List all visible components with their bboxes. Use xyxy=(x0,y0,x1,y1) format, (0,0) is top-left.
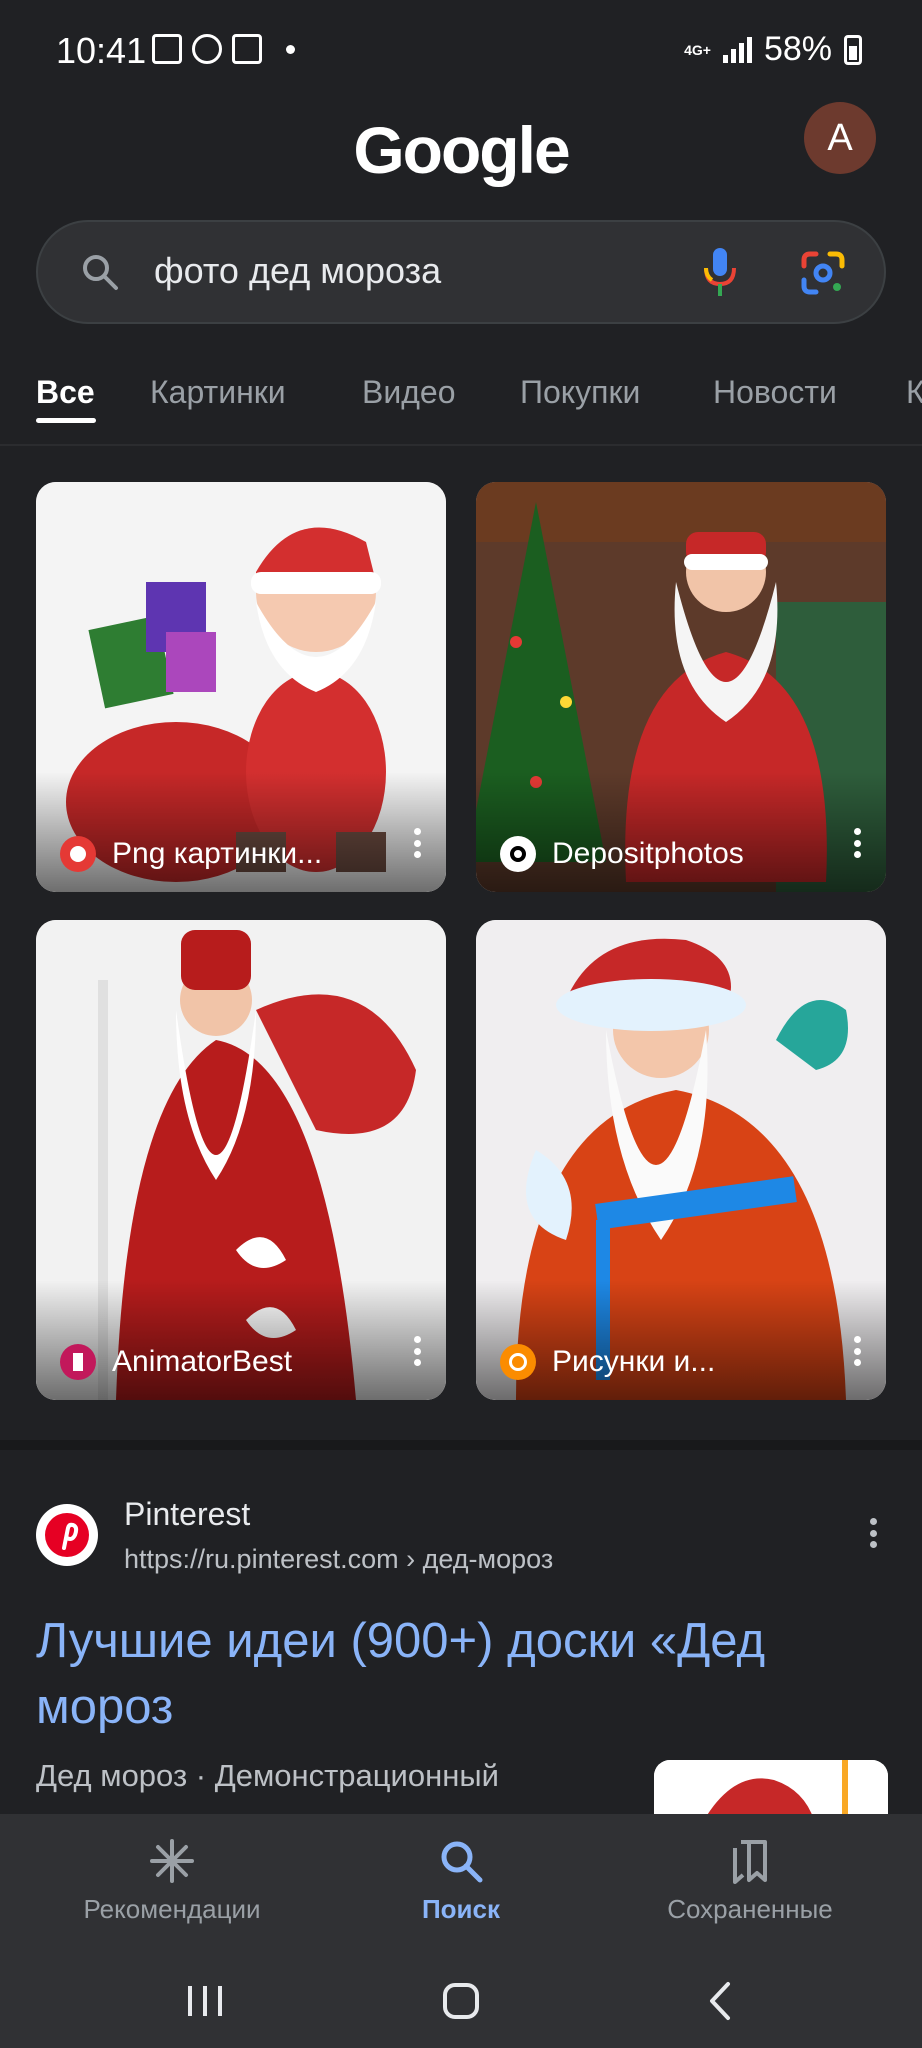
google-logo: Google xyxy=(353,113,570,187)
more-options-icon[interactable] xyxy=(414,1336,422,1366)
image-source-label: Рисунки и... xyxy=(552,1345,716,1378)
result-more-icon[interactable] xyxy=(870,1518,878,1548)
result-site-name[interactable]: Pinterest xyxy=(124,1496,250,1533)
more-options-icon[interactable] xyxy=(854,828,862,858)
gallery-icon xyxy=(152,34,182,64)
image-source: AnimatorBest xyxy=(60,1344,292,1380)
pinterest-p-icon xyxy=(45,1513,89,1557)
battery-percent: 58% xyxy=(763,30,832,68)
tab-shopping[interactable]: Покупки xyxy=(520,374,640,411)
tab-more[interactable]: К xyxy=(906,374,922,411)
image-result-3[interactable]: AnimatorBest xyxy=(36,920,446,1400)
status-right: 4G+ 58% xyxy=(684,30,862,69)
tab-videos[interactable]: Видео xyxy=(362,374,455,411)
result-snippet: Дед мороз · Демонстрационный xyxy=(36,1758,499,1793)
image-result-1[interactable]: Png картинки... xyxy=(36,482,446,892)
nav-label: Сохраненные xyxy=(667,1894,833,1924)
more-options-icon[interactable] xyxy=(414,828,422,858)
battery-icon xyxy=(844,34,862,65)
search-icon xyxy=(441,1841,483,1883)
search-bar[interactable]: фото дед мороза xyxy=(36,220,886,324)
section-divider xyxy=(0,1440,922,1450)
caption-shade xyxy=(36,772,446,892)
tab-images[interactable]: Картинки xyxy=(150,374,286,411)
animatorbest-favicon-icon xyxy=(60,1344,96,1380)
lens-icon[interactable] xyxy=(800,250,846,296)
image-source: Рисунки и... xyxy=(500,1344,715,1380)
result-thumbnail-image xyxy=(654,1760,888,1820)
image-source-label: Png картинки... xyxy=(112,837,323,870)
result-url-breadcrumb: › дед-мороз xyxy=(398,1544,554,1574)
tab-active-indicator xyxy=(36,418,96,423)
back-icon[interactable] xyxy=(696,1976,746,2026)
mic-icon[interactable] xyxy=(698,246,742,298)
result-url[interactable]: https://ru.pinterest.com › дед-мороз xyxy=(124,1544,553,1575)
status-time: 10:41 xyxy=(56,30,147,71)
asterisk-icon xyxy=(150,1839,194,1883)
bookmarks-icon xyxy=(733,1840,767,1884)
tab-all[interactable]: Все xyxy=(36,374,95,411)
result-title-link[interactable]: Лучшие идеи (900+) доски «Дед мороз xyxy=(36,1608,886,1740)
image-source-label: Depositphotos xyxy=(552,837,744,870)
nav-saved[interactable]: Сохраненные xyxy=(600,1838,900,1925)
tab-news[interactable]: Новости xyxy=(713,374,837,411)
image-source: Depositphotos xyxy=(500,836,744,872)
search-icon xyxy=(83,255,118,290)
caption-shade xyxy=(476,1280,886,1400)
account-avatar[interactable]: A xyxy=(804,102,876,174)
cleaner-icon xyxy=(192,34,222,64)
bottom-navigation: Рекомендации Поиск Сохраненные xyxy=(0,1814,922,1954)
image-source-label: AnimatorBest xyxy=(112,1345,293,1378)
google-search-screen: 10:41 4G+ 58% Google A фото дед мороза В… xyxy=(0,0,922,2048)
recent-apps-icon[interactable] xyxy=(180,1976,230,2026)
depositphotos-favicon-icon xyxy=(500,836,536,872)
pinterest-logo-icon xyxy=(36,1504,98,1566)
network-type: 4G+ xyxy=(684,41,711,58)
risunki-favicon-icon xyxy=(500,1344,536,1380)
system-navigation xyxy=(0,1954,922,2048)
image-result-2[interactable]: Depositphotos xyxy=(476,482,886,892)
more-options-icon[interactable] xyxy=(854,1336,862,1366)
nav-recommendations[interactable]: Рекомендации xyxy=(22,1838,322,1925)
calendar-icon xyxy=(232,34,262,64)
caption-shade xyxy=(476,772,886,892)
image-source: Png картинки... xyxy=(60,836,322,872)
image-result-4[interactable]: Рисунки и... xyxy=(476,920,886,1400)
notification-icons xyxy=(152,34,295,64)
search-tabs: Все Картинки Видео Покупки Новости К xyxy=(0,340,922,446)
caption-shade xyxy=(36,1280,446,1400)
more-notifications-dot xyxy=(286,44,295,54)
nav-label: Поиск xyxy=(421,1894,501,1924)
status-bar: 10:41 4G+ 58% xyxy=(0,0,922,100)
nav-label: Рекомендации xyxy=(83,1894,261,1924)
signal-icon xyxy=(722,36,752,63)
home-icon[interactable] xyxy=(436,1976,486,2026)
result-url-domain: https://ru.pinterest.com xyxy=(124,1544,399,1574)
png-favicon-icon xyxy=(60,836,96,872)
result-thumbnail[interactable] xyxy=(654,1760,888,1820)
search-input[interactable]: фото дед мороза xyxy=(154,250,441,292)
nav-search[interactable]: Поиск xyxy=(311,1838,611,1925)
